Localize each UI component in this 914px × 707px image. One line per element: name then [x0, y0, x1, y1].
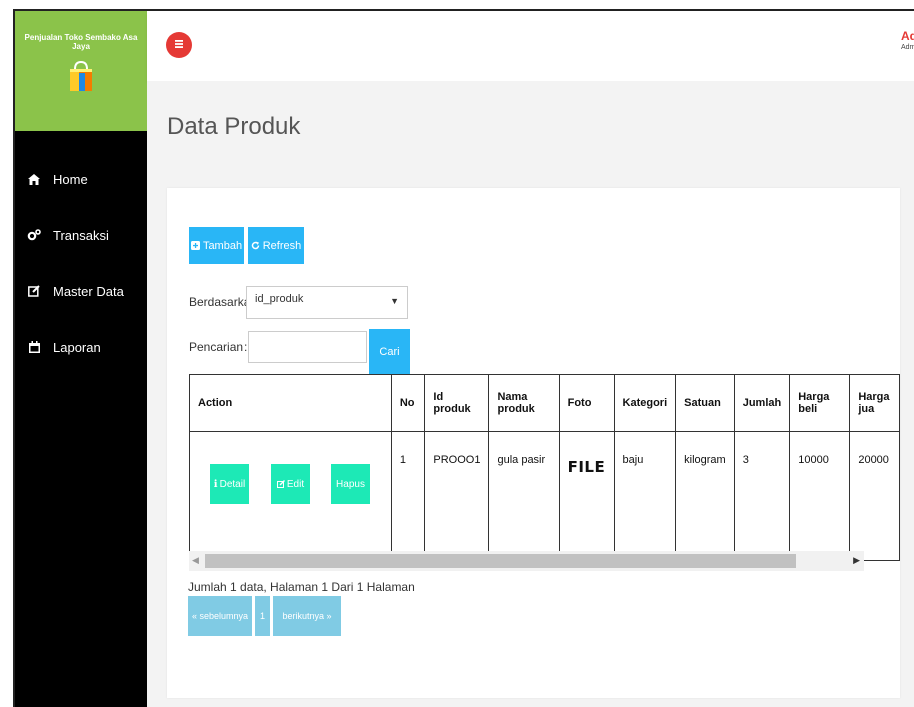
- pagination-info: Jumlah 1 data, Halaman 1 Dari 1 Halaman: [188, 580, 415, 594]
- pencarian-label: Pencarian: [189, 340, 244, 354]
- user-role: Adm: [901, 44, 914, 51]
- sidebar-nav: Home Transaksi Master Data Laporan: [15, 151, 147, 375]
- col-header-action: Action: [189, 374, 392, 432]
- cell-id-produk: PROOO1: [424, 431, 490, 561]
- calendar-icon: [25, 340, 43, 354]
- table-row: ℹ Detail Edit Hapus 1 PROOO1 gula pasir …: [189, 431, 900, 561]
- table-header-row: Action No Id produk Nama produk Foto Kat…: [189, 374, 900, 432]
- cari-button[interactable]: Cari: [369, 329, 410, 374]
- tambah-button[interactable]: Tambah: [189, 227, 244, 264]
- brand-panel: Penjualan Toko Sembako Asa Jaya: [15, 11, 147, 131]
- sidebar-item-label: Master Data: [53, 283, 124, 299]
- main-content: Data Produk Tambah Refresh Berdasarkan: …: [147, 81, 914, 707]
- file-label[interactable]: FILE: [568, 458, 606, 476]
- action-cell: ℹ Detail Edit Hapus: [189, 431, 392, 561]
- pencarian-separator: :: [244, 340, 248, 354]
- cell-jumlah: 3: [733, 431, 791, 561]
- prev-page-button[interactable]: « sebelumnya: [188, 596, 252, 636]
- scrollbar-thumb[interactable]: [205, 554, 796, 568]
- col-header-no: No: [390, 374, 426, 432]
- tambah-label: Tambah: [202, 239, 243, 252]
- cell-harga-jual: 20000: [849, 431, 900, 561]
- col-header-kategori: Kategori: [613, 374, 677, 432]
- scroll-left-arrow-icon[interactable]: ◀: [192, 555, 199, 566]
- col-header-harga-jual: Harga jua: [849, 374, 900, 432]
- detail-button[interactable]: ℹ Detail: [210, 464, 249, 504]
- cell-harga-beli: 10000: [789, 431, 851, 561]
- produk-table: Action No Id produk Nama produk Foto Kat…: [189, 374, 900, 561]
- refresh-button[interactable]: Refresh: [248, 227, 304, 264]
- edit-icon: [25, 284, 43, 298]
- plus-square-icon: [190, 241, 200, 250]
- sidebar-item-laporan[interactable]: Laporan: [15, 319, 147, 375]
- edit-icon: [276, 480, 285, 488]
- sidebar-item-label: Laporan: [53, 339, 101, 355]
- edit-button[interactable]: Edit: [271, 464, 310, 504]
- col-header-jumlah: Jumlah: [733, 374, 791, 432]
- scroll-right-arrow-icon[interactable]: ▶: [853, 555, 860, 566]
- hamburger-icon: [174, 36, 184, 54]
- hapus-button[interactable]: Hapus: [331, 464, 370, 504]
- menu-toggle-button[interactable]: [166, 32, 192, 58]
- berdasarkan-selected-value: id_produk: [255, 293, 304, 305]
- top-bar: Adi Adm: [147, 11, 914, 81]
- sidebar-item-label: Transaksi: [53, 227, 109, 243]
- col-header-id-produk: Id produk: [424, 374, 490, 432]
- sidebar-item-transaksi[interactable]: Transaksi: [15, 207, 147, 263]
- caret-down-icon: ▼: [390, 296, 399, 306]
- info-icon: ℹ: [213, 478, 218, 490]
- detail-label: Detail: [219, 478, 246, 490]
- berdasarkan-select[interactable]: id_produk ▼: [246, 286, 408, 319]
- col-header-satuan: Satuan: [675, 374, 735, 432]
- page-1-button[interactable]: 1: [255, 596, 270, 636]
- col-header-foto: Foto: [558, 374, 615, 432]
- col-header-harga-beli: Harga beli: [789, 374, 851, 432]
- cell-nama-produk: gula pasir: [488, 431, 560, 561]
- sidebar-item-label: Home: [53, 171, 88, 187]
- user-name[interactable]: Adi: [901, 29, 914, 43]
- shopping-bag-logo: [70, 60, 92, 91]
- sidebar-item-home[interactable]: Home: [15, 151, 147, 207]
- refresh-label: Refresh: [262, 239, 302, 252]
- col-header-nama-produk: Nama produk: [488, 374, 560, 432]
- edit-label: Edit: [286, 478, 305, 490]
- page-title: Data Produk: [167, 113, 301, 140]
- next-page-button[interactable]: berikutnya »: [273, 596, 341, 636]
- brand-title: Penjualan Toko Sembako Asa Jaya: [24, 33, 138, 51]
- horizontal-scrollbar[interactable]: ◀ ▶: [189, 551, 864, 571]
- search-input[interactable]: [248, 331, 367, 363]
- cogs-icon: [25, 228, 43, 242]
- cell-foto: FILE: [558, 431, 615, 561]
- produk-card: Tambah Refresh Berdasarkan: id_produk ▼ …: [167, 188, 900, 698]
- pagination: « sebelumnya 1 berikutnya »: [188, 596, 344, 636]
- cell-satuan: kilogram: [675, 431, 735, 561]
- sidebar-item-master-data[interactable]: Master Data: [15, 263, 147, 319]
- sidebar: Penjualan Toko Sembako Asa Jaya Home Tra…: [15, 11, 147, 707]
- home-icon: [25, 172, 43, 186]
- cell-kategori: baju: [613, 431, 677, 561]
- refresh-icon: [251, 241, 260, 250]
- cell-no: 1: [390, 431, 426, 561]
